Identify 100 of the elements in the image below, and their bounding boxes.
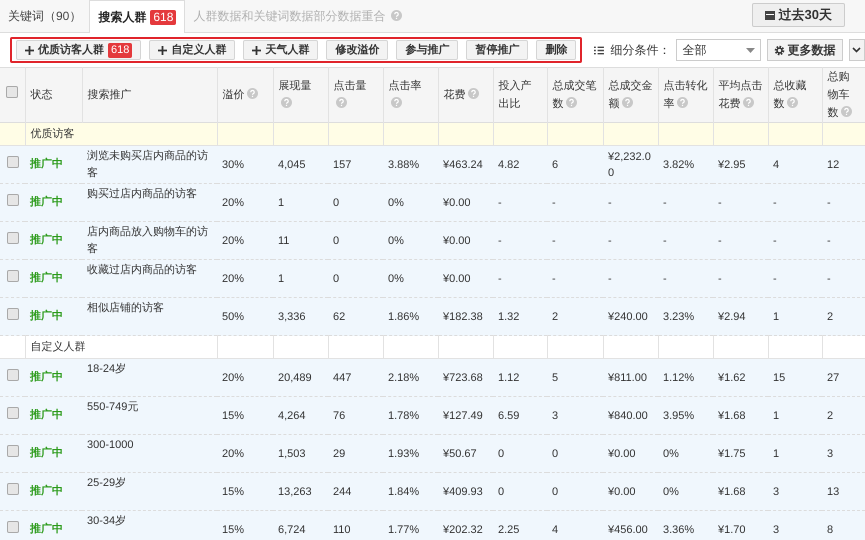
table-cell: 6.59 <box>498 410 520 422</box>
help-icon[interactable] <box>622 97 632 108</box>
checkbox[interactable] <box>6 86 18 98</box>
table-cell: ¥0.00 <box>608 448 636 460</box>
crowd-name: 300-1000 <box>87 439 134 451</box>
table-cell: - <box>498 272 502 284</box>
checkbox[interactable] <box>6 368 18 381</box>
table-cell: - <box>608 272 612 284</box>
table-cell: 1.12 <box>498 372 520 384</box>
date-range-button[interactable]: 过去30天 <box>752 3 845 27</box>
checkbox[interactable] <box>6 444 18 457</box>
table-cell: ¥463.24 <box>443 158 483 170</box>
table-cell: ¥240.00 <box>608 310 648 322</box>
table-cell: 0 <box>498 486 504 498</box>
crowd-name: 18-24岁 <box>87 363 126 375</box>
table-cell: - <box>498 234 502 246</box>
help-icon[interactable] <box>391 10 402 21</box>
table-cell: 2 <box>827 310 834 322</box>
status-text: 推广中 <box>30 447 63 460</box>
toolbar-button[interactable]: 参与推广 <box>396 40 458 60</box>
table-cell: 4,045 <box>278 158 306 170</box>
table-cell: 2 <box>552 310 558 322</box>
status-text: 推广中 <box>30 409 63 422</box>
table-cell: 4.82 <box>498 158 520 170</box>
caret-icon <box>746 48 755 52</box>
more-data-button[interactable]: 更多数据 <box>766 39 843 61</box>
toolbar-button[interactable]: 自定义人群 <box>149 40 236 60</box>
help-icon[interactable] <box>840 106 852 117</box>
help-icon[interactable] <box>676 97 688 108</box>
toolbar-button[interactable]: 删除 <box>536 40 576 60</box>
toolbar-button[interactable]: 天气人群 <box>243 40 318 60</box>
checkbox[interactable] <box>6 520 18 533</box>
table-cell: 30% <box>222 158 244 170</box>
table-cell: ¥0.00 <box>608 486 636 498</box>
table-cell: - <box>827 234 831 246</box>
checkbox[interactable] <box>6 308 18 320</box>
help-icon[interactable] <box>742 97 754 108</box>
toolbar-button[interactable]: 优质访客人群 618 <box>16 40 142 60</box>
table-cell: 20% <box>222 448 244 460</box>
checkbox[interactable] <box>6 482 18 495</box>
checkbox[interactable] <box>6 194 18 206</box>
table-cell: ¥202.32 <box>443 524 483 536</box>
expand-button[interactable] <box>848 39 865 61</box>
table-cell: - <box>663 272 667 284</box>
table-cell: 0% <box>388 272 404 284</box>
tab[interactable]: 搜索人群 618 <box>89 0 186 33</box>
help-icon[interactable] <box>786 97 798 108</box>
table-cell: 29 <box>333 448 346 460</box>
crowd-name: 店内商品放入购物车的访客 <box>87 226 208 254</box>
plus-icon <box>252 46 262 54</box>
toolbar-button[interactable]: 暂停推广 <box>466 40 528 60</box>
group-title: 自定义人群 <box>30 340 86 353</box>
table-cell: 5 <box>552 372 558 384</box>
table-cell: 0 <box>552 448 558 460</box>
table-cell: - <box>773 234 777 246</box>
group-title: 优质访客 <box>30 128 74 140</box>
crowd-name: 收藏过店内商品的访客 <box>87 264 197 276</box>
checkbox[interactable] <box>6 156 18 168</box>
help-icon[interactable] <box>336 97 346 108</box>
hint-text: 人群数据和关键词数据部分数据重合 <box>193 8 386 24</box>
toolbar-button[interactable]: 修改溢价 <box>326 40 388 60</box>
help-icon[interactable] <box>246 88 258 99</box>
table-cell: - <box>552 272 556 284</box>
checkbox[interactable] <box>6 232 18 244</box>
table-cell: 0 <box>333 234 340 246</box>
help-icon[interactable] <box>468 88 478 99</box>
status-text: 推广中 <box>30 310 63 322</box>
table-cell: 3 <box>773 524 780 536</box>
table-cell: - <box>663 196 667 208</box>
table-cell: 76 <box>333 410 346 422</box>
table-cell: ¥127.49 <box>443 410 483 422</box>
table-cell: 3 <box>827 448 834 460</box>
table-cell: - <box>663 234 667 246</box>
help-icon[interactable] <box>390 97 402 108</box>
checkbox[interactable] <box>6 406 18 419</box>
table-cell: ¥1.75 <box>718 448 746 460</box>
chevron-down-icon <box>852 47 862 53</box>
table-cell: 110 <box>333 524 351 536</box>
table-cell: 50% <box>222 310 244 322</box>
settings-icon <box>774 44 785 56</box>
checkbox[interactable] <box>6 270 18 282</box>
table-cell: ¥2.94 <box>718 310 746 322</box>
table-cell: - <box>827 196 831 208</box>
table-cell: 2 <box>827 410 834 422</box>
crowd-name: 相似店铺的访客 <box>87 302 164 314</box>
table-cell: 0% <box>663 448 679 460</box>
table-cell: 1 <box>278 196 284 208</box>
table-cell: 3,336 <box>278 310 306 322</box>
table-cell: ¥1.70 <box>718 524 746 536</box>
filter-dropdown[interactable]: 全部 <box>676 39 761 61</box>
status-text: 推广中 <box>30 158 63 170</box>
help-icon[interactable] <box>280 97 292 108</box>
tab[interactable]: 关键词（90） <box>0 0 90 32</box>
table-cell: ¥2,232.00 <box>608 150 651 178</box>
table-cell: 15 <box>773 372 786 384</box>
table-cell: 1 <box>773 410 780 422</box>
help-icon[interactable] <box>566 97 576 108</box>
table-cell: 1.32 <box>498 310 520 322</box>
filter-label: 细分条件： <box>610 42 670 59</box>
table-cell: 3 <box>773 486 780 498</box>
